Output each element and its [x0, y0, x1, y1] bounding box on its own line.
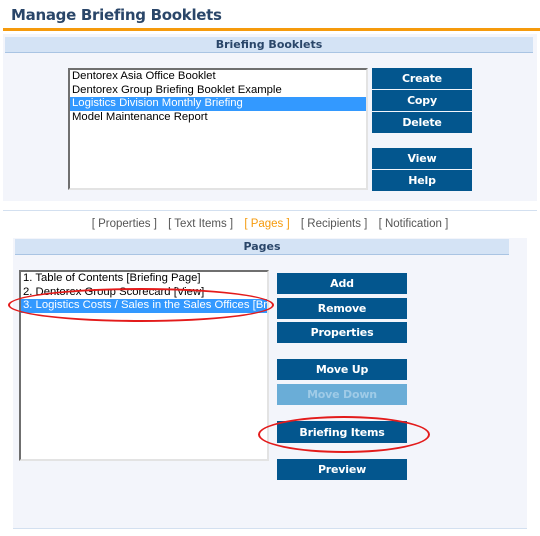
- page-item-selected[interactable]: 3. Logistics Costs / Sales in the Sales …: [21, 299, 267, 313]
- page-item[interactable]: 2. Dentorex Group Scorecard [View]: [21, 286, 267, 300]
- help-button[interactable]: Help: [372, 170, 472, 191]
- add-page-button[interactable]: Add: [277, 273, 407, 294]
- booklets-listbox[interactable]: Dentorex Asia Office Booklet Dentorex Gr…: [68, 68, 368, 190]
- move-down-button: Move Down: [277, 384, 407, 405]
- pages-panel-divider: [13, 528, 527, 529]
- copy-button[interactable]: Copy: [372, 90, 472, 111]
- tab-notification[interactable]: [ Notification ]: [379, 218, 449, 230]
- booklet-item[interactable]: Dentorex Asia Office Booklet: [70, 70, 366, 84]
- title-divider: [3, 28, 540, 31]
- delete-button[interactable]: Delete: [372, 112, 472, 133]
- move-up-button[interactable]: Move Up: [277, 359, 407, 380]
- briefing-items-button[interactable]: Briefing Items: [277, 421, 407, 443]
- booklets-panel-header: Briefing Booklets: [5, 37, 533, 53]
- preview-button[interactable]: Preview: [277, 459, 407, 480]
- create-button[interactable]: Create: [372, 68, 472, 89]
- remove-page-button[interactable]: Remove: [277, 298, 407, 319]
- tab-properties[interactable]: [ Properties ]: [92, 218, 157, 230]
- page-title: Manage Briefing Booklets: [11, 6, 222, 24]
- view-button[interactable]: View: [372, 148, 472, 169]
- pages-panel-header: Pages: [15, 239, 509, 255]
- tab-pages[interactable]: [ Pages ]: [244, 218, 289, 230]
- section-tabs: [ Properties ] [ Text Items ] [ Pages ] …: [0, 218, 540, 230]
- page-item[interactable]: 1. Table of Contents [Briefing Page]: [21, 272, 267, 286]
- page-properties-button[interactable]: Properties: [277, 322, 407, 343]
- tab-text-items[interactable]: [ Text Items ]: [168, 218, 233, 230]
- booklet-item[interactable]: Model Maintenance Report: [70, 111, 366, 125]
- booklet-item[interactable]: Dentorex Group Briefing Booklet Example: [70, 84, 366, 98]
- tab-recipients[interactable]: [ Recipients ]: [301, 218, 367, 230]
- pages-listbox[interactable]: 1. Table of Contents [Briefing Page] 2. …: [19, 270, 269, 461]
- booklets-panel-divider: [3, 210, 537, 211]
- booklet-item-selected[interactable]: Logistics Division Monthly Briefing: [70, 97, 366, 111]
